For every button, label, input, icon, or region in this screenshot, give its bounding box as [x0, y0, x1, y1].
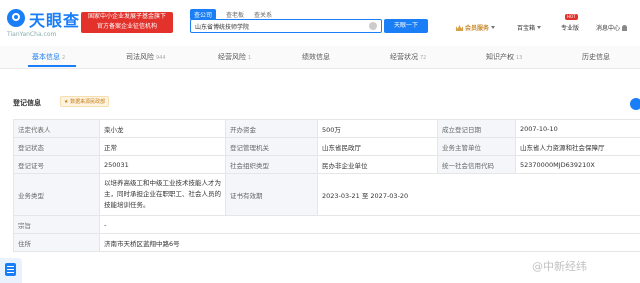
founded-value: 2007-10-10 — [515, 119, 640, 138]
search-box — [190, 19, 382, 33]
status-value: 正常 — [99, 137, 226, 156]
tab-operating-risk[interactable]: 经营风险 1 — [218, 52, 251, 62]
supervisor-label: 业务主管单位 — [437, 137, 516, 156]
tab-count: 13 — [516, 55, 523, 61]
logo[interactable]: 天眼查 TianYanCha.com — [3, 4, 83, 40]
cert-value: 250031 — [99, 155, 226, 174]
content-tabs: 基本信息 2 司法风险 944 经营风险 1 绩效信息 经营状况 72 知识产权 13 历… — [0, 46, 640, 69]
vip-service-link[interactable]: 会员服务 — [456, 23, 496, 32]
chevron-down-icon — [491, 26, 496, 29]
watermark: @中新经纬 — [532, 260, 587, 273]
tab-label: 基本信息 — [32, 53, 60, 61]
tab-history[interactable]: 历史信息 — [582, 52, 612, 62]
legal-rep-label: 法定代表人 — [13, 119, 100, 138]
side-float-icon[interactable] — [630, 98, 640, 110]
message-center-label: 消息中心 — [596, 25, 621, 32]
document-icon — [5, 263, 16, 276]
brand-name: 天眼查 — [29, 11, 81, 30]
hot-badge: HOT — [565, 14, 578, 20]
top-bar: 天眼查 TianYanCha.com 国家中小企业发展子基金旗下 官方备案企业征… — [0, 0, 640, 44]
bell-icon — [622, 25, 628, 31]
vip-label: 会员服务 — [465, 25, 490, 32]
org-type-label: 社会组织类型 — [225, 155, 318, 174]
fund-badge-line1: 国家中小企业发展子基金旗下 — [87, 13, 166, 20]
tab-label: 司法风险 — [126, 53, 154, 61]
data-source-tag: ★ 数据来源民政部 — [60, 96, 110, 107]
status-label: 登记状态 — [13, 137, 100, 156]
tab-label: 经营风险 — [218, 53, 246, 61]
tab-basic-info[interactable]: 基本信息 2 — [32, 52, 65, 62]
table-row: 登记证号 250031 社会组织类型 民办非企业单位 统一社会信用代码 5237… — [13, 155, 640, 174]
eye-logo-icon — [7, 9, 25, 27]
capital-value: 500万 — [317, 119, 438, 138]
table-row: 法定代表人 栾小龙 开办资金 500万 成立登记日期 2007-10-10 — [13, 119, 640, 138]
org-type-value: 民办非企业单位 — [317, 155, 438, 174]
fund-badge-line2: 官方备案企业征信机构 — [96, 23, 157, 30]
tab-label: 绩效信息 — [302, 53, 330, 61]
active-tab-indicator — [28, 65, 76, 67]
search-button[interactable]: 天眼一下 — [384, 19, 428, 33]
tab-judicial-risk[interactable]: 司法风险 944 — [126, 52, 166, 62]
address-value: 济南市天桥区蓝翔中路6号 — [99, 233, 640, 252]
address-label: 住所 — [13, 233, 100, 252]
chevron-down-icon — [537, 26, 542, 29]
tab-label: 知识产权 — [486, 53, 514, 61]
tab-ip[interactable]: 知识产权 13 — [486, 52, 522, 62]
section-title: 登记信息 — [13, 99, 41, 107]
validity-label: 证书有效期 — [225, 173, 318, 216]
table-row: 登记状态 正常 登记管理机关 山东省民政厅 业务主管单位 山东省人力资源和社会保… — [13, 137, 640, 156]
business-type-label: 业务类型 — [13, 173, 100, 216]
tab-count: 1 — [248, 55, 252, 61]
authority-value: 山东省民政厅 — [317, 137, 438, 156]
crown-icon — [456, 25, 463, 31]
brand-domain: TianYanCha.com — [7, 31, 57, 38]
credit-code-value: 52370000MJD639210X — [515, 155, 640, 174]
message-center-link[interactable]: 消息中心 — [596, 23, 628, 32]
pro-version-link[interactable]: 专业版 — [561, 23, 579, 32]
treasure-box-label: 百宝箱 — [517, 25, 536, 32]
supervisor-value: 山东省人力资源和社会保障厅 — [515, 137, 640, 156]
purpose-label: 宗旨 — [13, 215, 100, 234]
cert-label: 登记证号 — [13, 155, 100, 174]
tab-performance[interactable]: 绩效信息 — [302, 52, 332, 62]
tab-business-status[interactable]: 经营状况 72 — [390, 52, 426, 62]
registration-table: 法定代表人 栾小龙 开办资金 500万 成立登记日期 2007-10-10 登记… — [13, 119, 640, 252]
fund-badge: 国家中小企业发展子基金旗下 官方备案企业征信机构 — [81, 12, 173, 33]
business-type-value: 以培养高级工和中级工业技术技能人才为主，同时承担企业在职职工、社会人员的技能培训… — [99, 173, 226, 216]
search-input[interactable] — [195, 20, 369, 32]
tab-label: 历史信息 — [582, 53, 610, 61]
clear-icon[interactable] — [369, 22, 377, 30]
feedback-float-button[interactable] — [0, 258, 22, 283]
table-row: 业务类型 以培养高级工和中级工业技术技能人才为主，同时承担企业在职职工、社会人员… — [13, 173, 640, 216]
tab-count: 72 — [420, 55, 427, 61]
authority-label: 登记管理机关 — [225, 137, 318, 156]
validity-value: 2023-03-21 至 2027-03-20 — [317, 173, 640, 216]
legal-rep-value[interactable]: 栾小龙 — [99, 119, 226, 138]
credit-code-label: 统一社会信用代码 — [437, 155, 516, 174]
tab-label: 经营状况 — [390, 53, 418, 61]
treasure-box-link[interactable]: 百宝箱 — [517, 23, 542, 32]
table-row: 住所 济南市天桥区蓝翔中路6号 — [13, 233, 640, 252]
tab-count: 944 — [156, 55, 166, 61]
founded-label: 成立登记日期 — [437, 119, 516, 138]
purpose-value: - — [99, 215, 640, 234]
table-row: 宗旨 - — [13, 215, 640, 234]
capital-label: 开办资金 — [225, 119, 318, 138]
tab-count: 2 — [62, 55, 66, 61]
